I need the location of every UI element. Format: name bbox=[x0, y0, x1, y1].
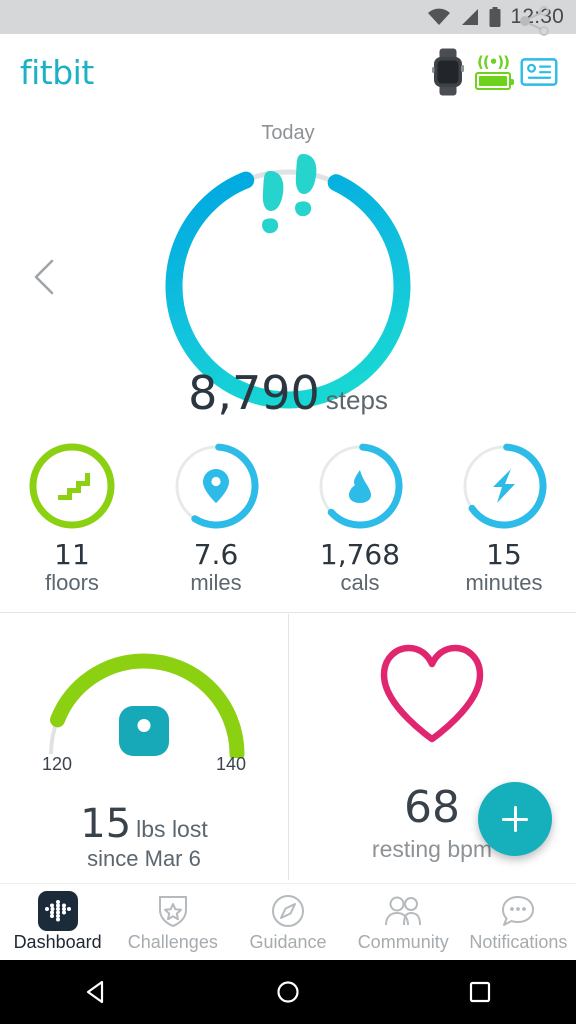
header-actions: ((•)) bbox=[430, 48, 558, 96]
add-button[interactable] bbox=[478, 782, 552, 856]
scale-icon bbox=[119, 706, 169, 756]
today-label: Today bbox=[261, 122, 315, 144]
tab-guidance[interactable]: Guidance bbox=[230, 884, 345, 960]
weight-subtitle: since Mar 6 bbox=[87, 846, 201, 871]
android-status-bar: 12:30 bbox=[0, 0, 576, 34]
compass-icon bbox=[271, 894, 305, 928]
stat-minutes[interactable]: 15 minutes bbox=[432, 440, 576, 612]
weight-readout: 15 lbs lost bbox=[0, 801, 288, 847]
stats-row: 11 floors 7.6 miles 1,768 cals 15 minute… bbox=[0, 440, 576, 612]
account-card-icon[interactable] bbox=[520, 58, 558, 86]
miles-ring bbox=[170, 440, 262, 532]
miles-value: 7.6 bbox=[193, 538, 239, 571]
back-triangle-icon bbox=[86, 980, 104, 1004]
device-battery-icon bbox=[475, 71, 514, 90]
steps-value: 8,790 bbox=[188, 366, 320, 420]
fitbit-logo-icon bbox=[37, 890, 78, 931]
steps-unit: steps bbox=[325, 385, 388, 415]
android-navigation-bar bbox=[0, 960, 576, 1024]
tab-notifications-label: Notifications bbox=[469, 931, 568, 952]
smartwatch-icon[interactable] bbox=[430, 48, 466, 96]
lightning-icon bbox=[458, 440, 550, 532]
tab-community[interactable]: Community bbox=[346, 884, 461, 960]
tab-dashboard[interactable]: Dashboard bbox=[0, 884, 115, 960]
recents-square-icon bbox=[469, 981, 491, 1003]
android-recents-button[interactable] bbox=[420, 960, 540, 1024]
weight-unit: lbs lost bbox=[136, 816, 208, 842]
tab-community-label: Community bbox=[357, 931, 449, 952]
flame-icon bbox=[314, 440, 406, 532]
battery-icon bbox=[489, 6, 501, 27]
floors-value: 11 bbox=[54, 538, 90, 571]
tab-notifications[interactable]: Notifications bbox=[461, 884, 576, 960]
bluetooth-sync-icon: ((•)) bbox=[476, 52, 510, 71]
cals-unit: cals bbox=[340, 570, 380, 596]
stairs-icon bbox=[26, 440, 118, 532]
app-header: fitbit ((•)) bbox=[0, 34, 576, 110]
chat-bubble-icon bbox=[500, 894, 536, 928]
bottom-tab-bar: Dashboard Challenges Guidance Community … bbox=[0, 883, 576, 960]
floors-unit: floors bbox=[45, 570, 99, 596]
heart-icon bbox=[380, 644, 484, 743]
fitbit-dashboard-screen: 12:30 fitbit ((•)) Today 8,790 steps 11 … bbox=[0, 0, 576, 1024]
tab-guidance-label: Guidance bbox=[249, 931, 327, 952]
cals-value: 1,768 bbox=[319, 538, 401, 571]
people-icon bbox=[383, 894, 423, 928]
gauge-max-label: 140 bbox=[215, 754, 246, 774]
stat-floors[interactable]: 11 floors bbox=[0, 440, 144, 612]
fitbit-wordmark: fitbit bbox=[20, 52, 94, 92]
tab-challenges[interactable]: Challenges bbox=[115, 884, 230, 960]
section-divider bbox=[0, 612, 576, 613]
shield-star-icon bbox=[157, 894, 189, 928]
cals-ring bbox=[314, 440, 406, 532]
miles-unit: miles bbox=[190, 570, 242, 596]
device-sync-status: ((•)) bbox=[475, 52, 514, 90]
steps-readout: 8,790 steps bbox=[0, 366, 576, 420]
share-icon[interactable] bbox=[518, 6, 552, 36]
tab-challenges-label: Challenges bbox=[127, 931, 218, 952]
minutes-unit: minutes bbox=[465, 570, 543, 596]
tab-dashboard-label: Dashboard bbox=[13, 931, 102, 952]
minutes-value: 15 bbox=[486, 538, 522, 571]
android-back-button[interactable] bbox=[36, 960, 156, 1024]
plus-icon-vertical bbox=[513, 806, 517, 832]
weight-value: 15 bbox=[80, 801, 132, 847]
wifi-icon bbox=[428, 8, 451, 25]
heart-rate-value: 68 bbox=[404, 782, 460, 833]
stat-cals[interactable]: 1,768 cals bbox=[288, 440, 432, 612]
home-circle-icon bbox=[277, 981, 299, 1003]
android-home-button[interactable] bbox=[228, 960, 348, 1024]
weight-card[interactable]: 120 140 15 lbs lost since Mar 6 bbox=[0, 614, 288, 882]
minutes-ring bbox=[458, 440, 550, 532]
footprints-icon bbox=[262, 154, 317, 234]
gauge-min-label: 120 bbox=[42, 754, 73, 774]
floors-ring bbox=[26, 440, 118, 532]
stat-miles[interactable]: 7.6 miles bbox=[144, 440, 288, 612]
cellular-signal-icon bbox=[462, 9, 479, 25]
location-pin-icon bbox=[170, 440, 262, 532]
